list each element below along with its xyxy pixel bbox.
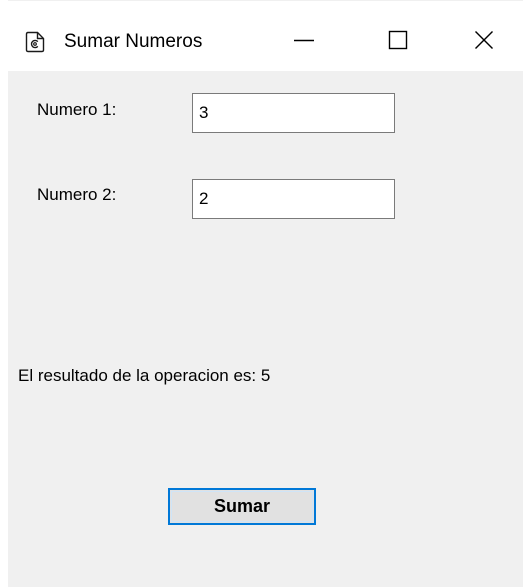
numero2-input[interactable] (192, 179, 395, 219)
numero1-input[interactable] (192, 93, 395, 133)
close-button[interactable] (459, 23, 509, 61)
title-bar[interactable]: Sumar Numeros (8, 1, 523, 71)
maximize-button[interactable] (373, 23, 423, 61)
maximize-icon (388, 30, 408, 55)
sumar-button[interactable]: Sumar (168, 488, 316, 525)
numero1-label: Numero 1: (37, 100, 117, 119)
window-title: Sumar Numeros (64, 31, 203, 52)
minimize-button[interactable] (279, 23, 329, 61)
numero2-label: Numero 2: (37, 185, 117, 204)
app-document-icon (25, 31, 45, 53)
minimize-icon (293, 29, 315, 56)
result-label: El resultado de la operacion es: 5 (18, 366, 271, 385)
close-icon (474, 30, 494, 55)
app-window: Sumar Numeros Numero 1: 3 Numero 2: 2 El… (8, 0, 523, 587)
